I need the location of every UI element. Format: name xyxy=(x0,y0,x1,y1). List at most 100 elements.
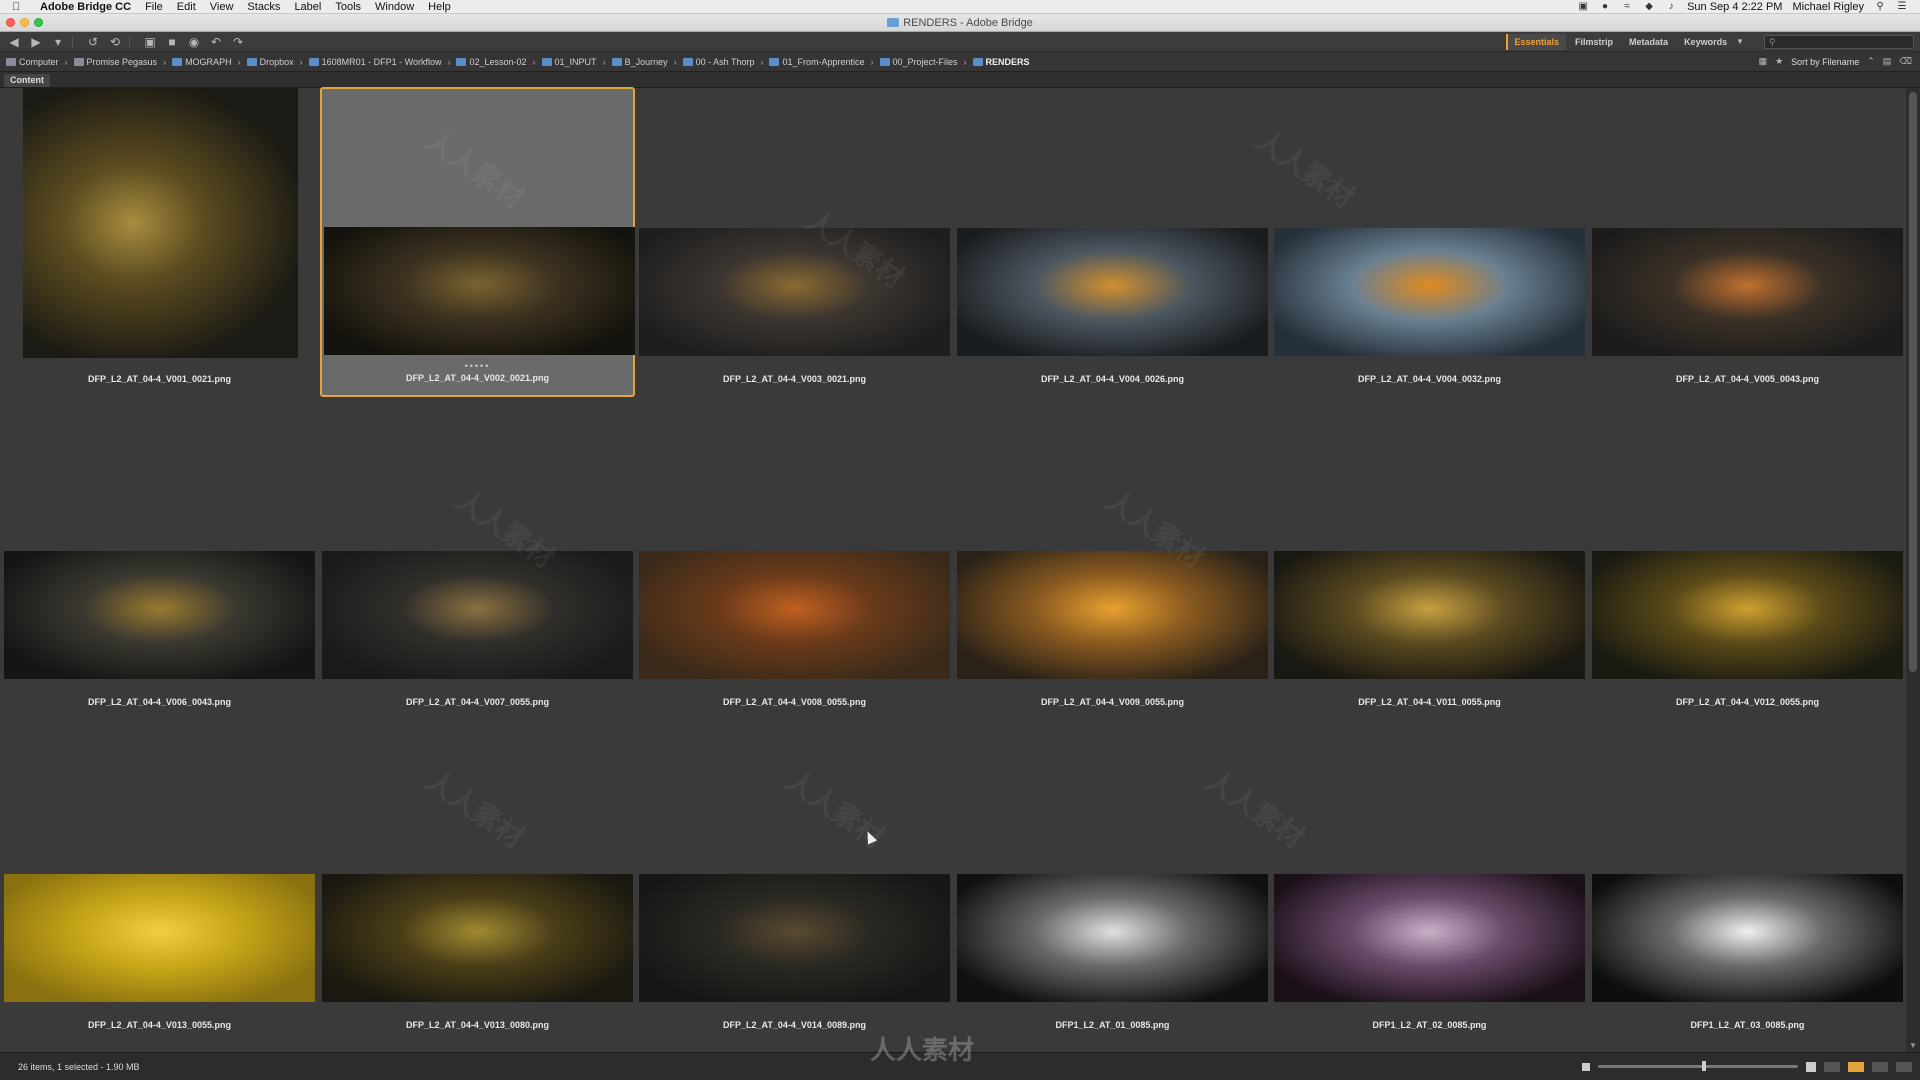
menu-view[interactable]: View xyxy=(210,1,234,13)
wifi-icon[interactable]: ≈ xyxy=(1621,1,1633,12)
chevron-down-icon[interactable]: ▼ xyxy=(1736,37,1744,46)
thumbnail-item[interactable]: DFP1_L2_AT_01_0085.png xyxy=(955,734,1270,1044)
refine-icon[interactable]: ■ xyxy=(164,35,180,49)
thumbnail-image[interactable] xyxy=(1592,228,1903,356)
breadcrumb-journey[interactable]: B_Journey › xyxy=(611,57,677,67)
thumbnail-image[interactable] xyxy=(957,228,1268,356)
tab-content[interactable]: Content xyxy=(4,74,50,87)
slider-knob[interactable] xyxy=(1701,1061,1706,1071)
thumbnail-item[interactable]: DFP_L2_AT_04-4_V009_0055.png xyxy=(955,411,1270,721)
content-grid[interactable]: DFP_L2_AT_04-4_V001_0021.png ••••• DFP_L2_… xyxy=(0,87,1906,1052)
smaller-thumbnails-icon[interactable] xyxy=(1582,1062,1590,1071)
thumbnail-image[interactable] xyxy=(1274,874,1585,1002)
forward-arrow-icon[interactable]: ▶ xyxy=(28,35,44,49)
menu-label[interactable]: Label xyxy=(294,1,321,13)
sort-dropdown[interactable]: Sort by Filename xyxy=(1791,57,1859,67)
workspace-filmstrip[interactable]: Filmstrip xyxy=(1568,34,1620,50)
thumbnail-item[interactable]: DFP_L2_AT_04-4_V007_0055.png xyxy=(320,411,635,721)
clock[interactable]: Sun Sep 4 2:22 PM xyxy=(1687,1,1782,13)
rotate-left-icon[interactable]: ↶ xyxy=(208,35,224,49)
thumbnail-image[interactable] xyxy=(1274,551,1585,679)
zoom-window-button[interactable] xyxy=(34,18,43,27)
menu-file[interactable]: File xyxy=(145,1,163,13)
thumbnail-image[interactable] xyxy=(324,227,635,355)
user-name[interactable]: Michael Rigley xyxy=(1792,1,1864,13)
thumbnail-item[interactable]: DFP_L2_AT_04-4_V003_0021.png xyxy=(637,88,952,398)
open-in-camera-raw-icon[interactable]: ◉ xyxy=(186,35,202,49)
thumbnail-image[interactable] xyxy=(4,874,315,1002)
thumbnail-image[interactable] xyxy=(322,874,633,1002)
new-folder-icon[interactable]: ▤ xyxy=(1883,56,1892,67)
thumbnail-image[interactable] xyxy=(4,551,315,679)
thumbnail-image[interactable] xyxy=(639,874,950,1002)
spotlight-icon[interactable]: ⚲ xyxy=(1874,1,1886,12)
thumbnail-item[interactable]: DFP_L2_AT_04-4_V005_0043.png xyxy=(1590,88,1905,398)
menu-help[interactable]: Help xyxy=(428,1,451,13)
thumbnail-image[interactable] xyxy=(23,88,298,358)
return-to-app-icon[interactable]: ⟲ xyxy=(107,35,123,49)
thumbnail-size-slider[interactable] xyxy=(1598,1061,1798,1071)
camera-import-icon[interactable]: ▣ xyxy=(142,35,158,49)
thumbnail-item[interactable]: DFP_L2_AT_04-4_V004_0032.png xyxy=(1272,88,1587,398)
thumbnail-item[interactable]: ••••• DFP_L2_AT_04-4_V002_0021.png xyxy=(320,87,635,397)
breadcrumb-workflow[interactable]: 1608MR01 - DFP1 - Workflow › xyxy=(308,57,450,67)
view-list-button[interactable] xyxy=(1896,1061,1912,1072)
thumbnail-image[interactable] xyxy=(1592,874,1903,1002)
breadcrumb-computer[interactable]: Computer › xyxy=(6,57,68,67)
scrollbar-thumb[interactable] xyxy=(1909,92,1917,672)
thumbnail-image[interactable] xyxy=(1274,228,1585,356)
quality-options-icon[interactable]: ▦ xyxy=(1759,56,1768,67)
thumbnail-item[interactable]: DFP_L2_AT_04-4_V014_0089.png xyxy=(637,734,952,1044)
breadcrumb-promise-pegasus[interactable]: Promise Pegasus › xyxy=(73,57,166,67)
app-menu[interactable]: Adobe Bridge CC xyxy=(40,1,131,13)
search-input[interactable]: ⚲ xyxy=(1764,34,1914,49)
thumbnail-item[interactable]: DFP_L2_AT_04-4_V004_0026.png xyxy=(955,88,1270,398)
thumbnail-image[interactable] xyxy=(639,551,950,679)
menu-window[interactable]: Window xyxy=(375,1,414,13)
thumbnail-image[interactable] xyxy=(957,874,1268,1002)
notifications-icon[interactable]: ☰ xyxy=(1896,1,1908,12)
breadcrumb-project-files[interactable]: 00_Project-Files › xyxy=(879,57,967,67)
sort-direction-icon[interactable]: ⌃ xyxy=(1867,56,1875,67)
breadcrumb-ash-thorp[interactable]: 00 - Ash Thorp › xyxy=(682,57,763,67)
volume-icon[interactable]: ♪ xyxy=(1665,1,1677,12)
rotate-right-icon[interactable]: ↷ xyxy=(230,35,246,49)
larger-thumbnails-icon[interactable] xyxy=(1806,1061,1816,1072)
trash-icon[interactable]: ⌫ xyxy=(1899,56,1912,67)
breadcrumb-renders[interactable]: RENDERS xyxy=(972,57,1030,67)
workspace-keywords[interactable]: Keywords xyxy=(1677,34,1734,50)
thumbnail-image[interactable] xyxy=(322,551,633,679)
back-arrow-icon[interactable]: ◀ xyxy=(6,35,22,49)
view-thumbnails-button[interactable] xyxy=(1848,1061,1864,1072)
thumbnail-image[interactable] xyxy=(1592,551,1903,679)
thumbnail-item[interactable]: DFP_L2_AT_04-4_V013_0080.png xyxy=(320,734,635,1044)
breadcrumb-dropbox[interactable]: Dropbox › xyxy=(246,57,303,67)
breadcrumb-lesson[interactable]: 02_Lesson-02 › xyxy=(456,57,536,67)
menu-tools[interactable]: Tools xyxy=(335,1,361,13)
creative-cloud-icon[interactable]: ▣ xyxy=(1577,1,1589,12)
breadcrumb-input[interactable]: 01_INPUT › xyxy=(541,57,606,67)
chevron-down-icon[interactable]: ▾ xyxy=(50,35,66,49)
filter-rating-icon[interactable]: ★ xyxy=(1775,56,1783,67)
lock-thumbnail-grid-icon[interactable] xyxy=(1824,1061,1840,1072)
vertical-scrollbar[interactable]: ▼ xyxy=(1906,88,1920,1052)
workspace-essentials[interactable]: Essentials xyxy=(1505,33,1567,50)
menu-edit[interactable]: Edit xyxy=(177,1,196,13)
sync-icon[interactable]: ● xyxy=(1599,1,1611,12)
thumbnail-image[interactable] xyxy=(639,228,950,356)
apple-icon[interactable]:  xyxy=(12,1,26,13)
minimize-window-button[interactable] xyxy=(20,18,29,27)
thumbnail-item[interactable]: DFP_L2_AT_04-4_V006_0043.png xyxy=(2,411,317,721)
dropbox-icon[interactable]: ◆ xyxy=(1643,1,1655,12)
view-details-button[interactable] xyxy=(1872,1061,1888,1072)
breadcrumb-mograph[interactable]: MOGRAPH › xyxy=(172,57,241,67)
workspace-metadata[interactable]: Metadata xyxy=(1622,34,1675,50)
thumbnail-item[interactable]: DFP_L2_AT_04-4_V001_0021.png xyxy=(2,88,317,398)
close-window-button[interactable] xyxy=(6,18,15,27)
thumbnail-item[interactable]: DFP1_L2_AT_02_0085.png xyxy=(1272,734,1587,1044)
breadcrumb-from-apprentice[interactable]: 01_From-Apprentice › xyxy=(769,57,874,67)
thumbnail-item[interactable]: DFP1_L2_AT_03_0085.png xyxy=(1590,734,1905,1044)
recent-files-icon[interactable]: ↺ xyxy=(85,35,101,49)
thumbnail-image[interactable] xyxy=(957,551,1268,679)
thumbnail-item[interactable]: DFP_L2_AT_04-4_V012_0055.png xyxy=(1590,411,1905,721)
